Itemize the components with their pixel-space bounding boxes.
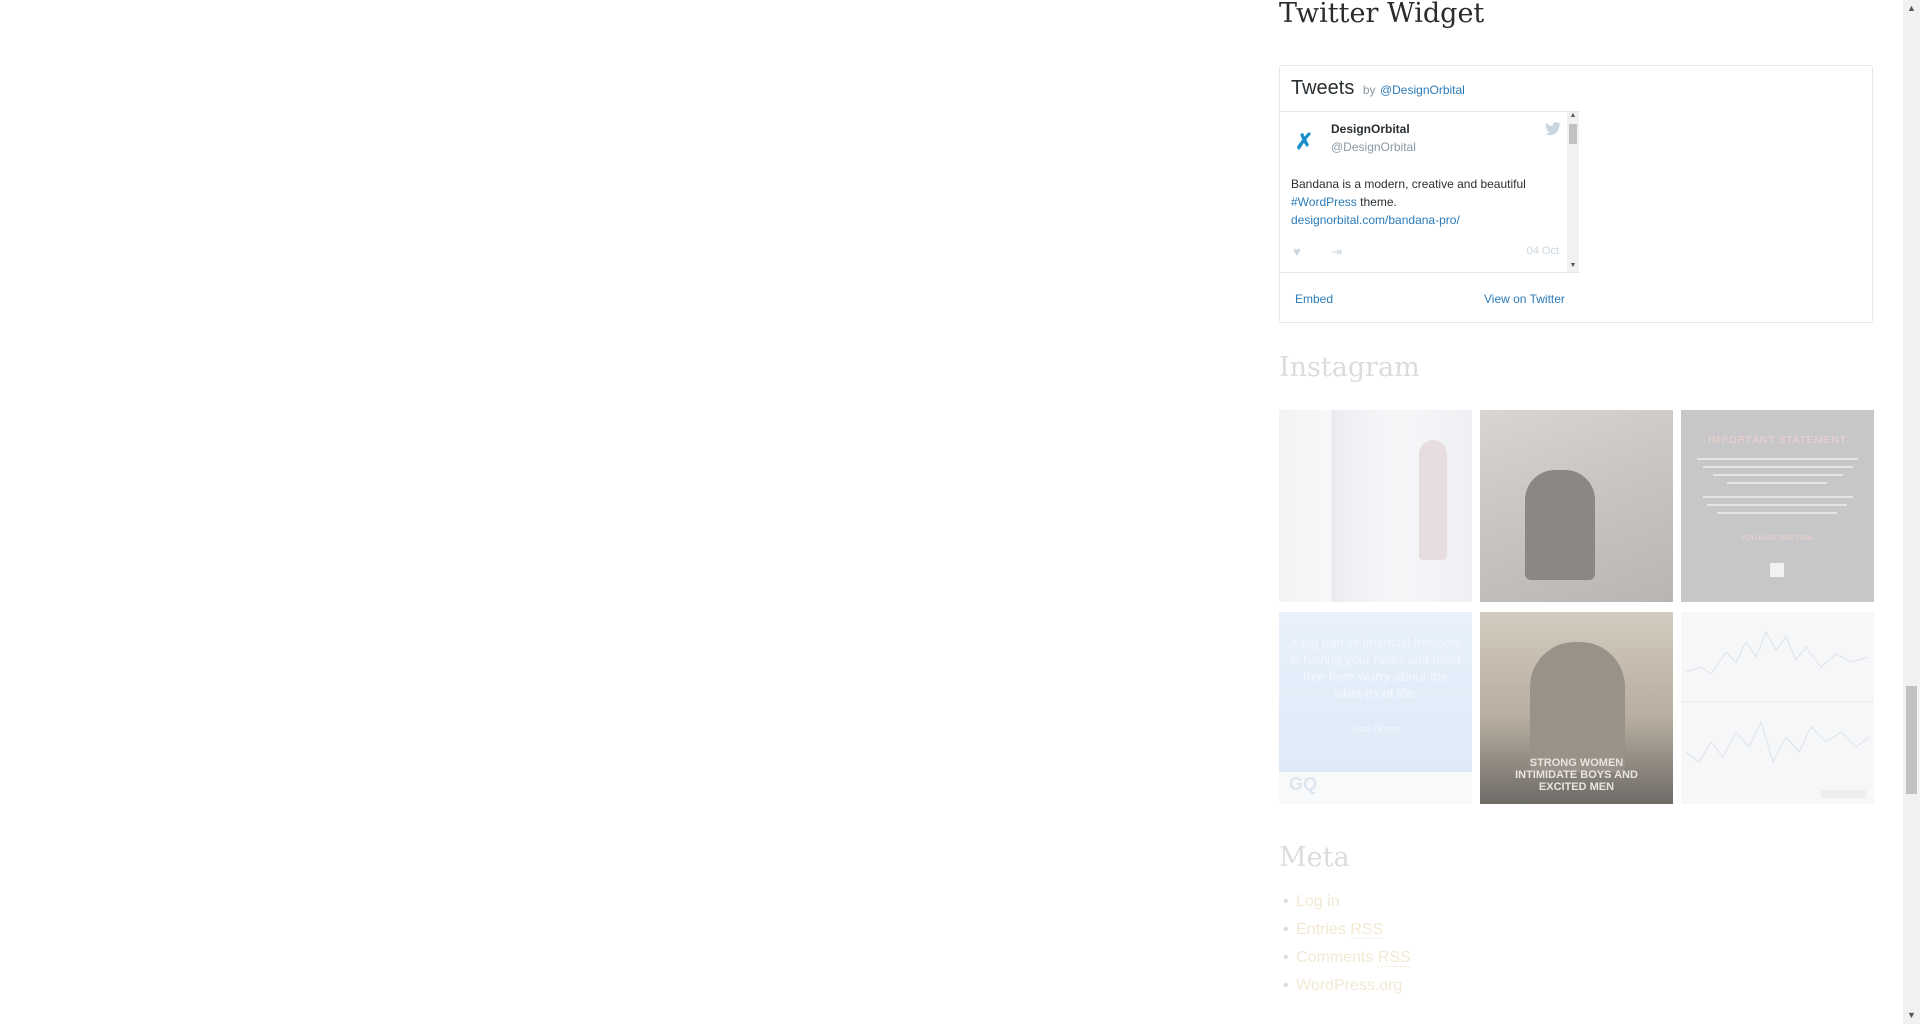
bullet: • xyxy=(1283,977,1289,994)
instagram-photo-chart[interactable] xyxy=(1681,612,1874,804)
meta-link-entries[interactable]: Entries xyxy=(1296,921,1350,938)
like-heart-icon[interactable]: ♥ xyxy=(1293,244,1301,259)
timeline-scrollbar[interactable]: ▲ ▼ xyxy=(1567,112,1579,272)
avatar[interactable]: ✗ xyxy=(1295,130,1319,154)
twitter-bird-icon[interactable] xyxy=(1545,122,1561,141)
instagram-photo-cafe[interactable] xyxy=(1480,410,1673,602)
by-label: by xyxy=(1362,83,1376,97)
meta-link-comments[interactable]: Comments xyxy=(1296,949,1378,966)
meta-list: • Log in • Entries RSS • Comments RSS • Word… xyxy=(1279,892,1411,1004)
photo-couple xyxy=(1530,642,1625,772)
meta-widget-title: Meta xyxy=(1279,842,1350,873)
scroll-up-arrow-icon[interactable]: ▲ xyxy=(1567,112,1579,122)
bullet: • xyxy=(1283,949,1289,966)
text-line xyxy=(1727,482,1827,484)
tweet-text: Bandana is a modern, creative and beauti… xyxy=(1291,175,1566,229)
instagram-photo-couple[interactable]: STRONG WOMEN INTIMIDATE BOYS AND EXCITED… xyxy=(1480,612,1673,804)
bullet: • xyxy=(1283,921,1289,938)
photo-person xyxy=(1525,470,1595,580)
brand-logo-icon xyxy=(1770,563,1784,577)
scroll-up-arrow-icon[interactable]: ▲ xyxy=(1903,0,1920,17)
timeline-scroll-area[interactable]: ✗ DesignOrbital @DesignOrbital Bandana i… xyxy=(1280,111,1580,273)
scroll-thumb[interactable] xyxy=(1569,124,1577,144)
bullet: • xyxy=(1283,893,1289,910)
tweets-heading: Tweets xyxy=(1291,77,1355,99)
tweet-date[interactable]: 04 Oct xyxy=(1527,245,1559,257)
gq-logo: GQ xyxy=(1289,774,1318,794)
rss-abbr[interactable]: RSS xyxy=(1350,921,1384,939)
scroll-down-arrow-icon[interactable]: ▼ xyxy=(1903,1007,1920,1024)
meta-item-login[interactable]: • Log in xyxy=(1279,892,1411,920)
rss-abbr[interactable]: RSS xyxy=(1377,949,1411,967)
page-scrollbar[interactable]: ▲ ▼ xyxy=(1903,0,1920,1024)
header-handle-link[interactable]: @DesignOrbital xyxy=(1380,83,1465,97)
tweet-actions: ♥ ⇥ 04 Oct xyxy=(1291,244,1561,260)
scroll-down-arrow-icon[interactable]: ▼ xyxy=(1567,262,1579,272)
text-line xyxy=(1703,496,1853,498)
text-line xyxy=(1717,512,1837,514)
stock-chart-graphic xyxy=(1681,630,1874,798)
text-line xyxy=(1703,466,1853,468)
meta-link-wordpress-org[interactable]: WordPress.org xyxy=(1296,977,1402,994)
tweet-author-name[interactable]: DesignOrbital xyxy=(1331,122,1410,136)
text-line xyxy=(1707,504,1847,506)
tweet-text-rest: theme. xyxy=(1356,195,1397,209)
announcement-heading: IMPORTANT STATEMENT xyxy=(1708,435,1847,446)
view-on-twitter-link[interactable]: View on Twitter xyxy=(1484,292,1565,306)
instagram-grid: IMPORTANT STATEMENT YOU HAVE ONE TASK A … xyxy=(1279,410,1874,804)
twitter-widget-title: Twitter Widget xyxy=(1279,0,1485,29)
tweet-text-line1: Bandana is a modern, creative and beauti… xyxy=(1291,177,1526,191)
meta-link-login[interactable]: Log in xyxy=(1296,893,1340,910)
quote-author: Suze Orman xyxy=(1350,724,1401,734)
text-line xyxy=(1713,474,1843,476)
timeline-header: Tweets by @DesignOrbital xyxy=(1291,77,1465,100)
announcement-footer: YOU HAVE ONE TASK xyxy=(1741,535,1814,542)
meta-item-wordpress-org[interactable]: • WordPress.org xyxy=(1279,976,1411,1004)
twitter-timeline-embed: Tweets by @DesignOrbital ✗ DesignOrbital… xyxy=(1279,65,1873,323)
tweet-text-line2: #WordPress theme. xyxy=(1291,193,1566,211)
embed-link[interactable]: Embed xyxy=(1295,292,1333,306)
text-line xyxy=(1697,458,1858,460)
instagram-photo-announcement[interactable]: IMPORTANT STATEMENT YOU HAVE ONE TASK xyxy=(1681,410,1874,602)
photo-figure xyxy=(1419,440,1447,560)
tweet-author-handle[interactable]: @DesignOrbital xyxy=(1331,140,1416,154)
instagram-widget-title: Instagram xyxy=(1279,352,1420,383)
hashtag-link[interactable]: #WordPress xyxy=(1291,195,1357,209)
instagram-photo-quote[interactable]: A big part of financial freedom is havin… xyxy=(1279,612,1472,804)
share-icon[interactable]: ⇥ xyxy=(1331,244,1342,260)
meta-item-entries-rss[interactable]: • Entries RSS xyxy=(1279,920,1411,948)
page-scroll-thumb[interactable] xyxy=(1906,686,1917,794)
photo-caption: STRONG WOMEN INTIMIDATE BOYS AND EXCITED… xyxy=(1515,757,1638,793)
tweet-url-link[interactable]: designorbital.com/bandana-pro/ xyxy=(1291,211,1566,229)
quote-text: A big part of financial freedom is havin… xyxy=(1289,635,1462,701)
meta-item-comments-rss[interactable]: • Comments RSS xyxy=(1279,948,1411,976)
instagram-photo-window[interactable] xyxy=(1279,410,1472,602)
